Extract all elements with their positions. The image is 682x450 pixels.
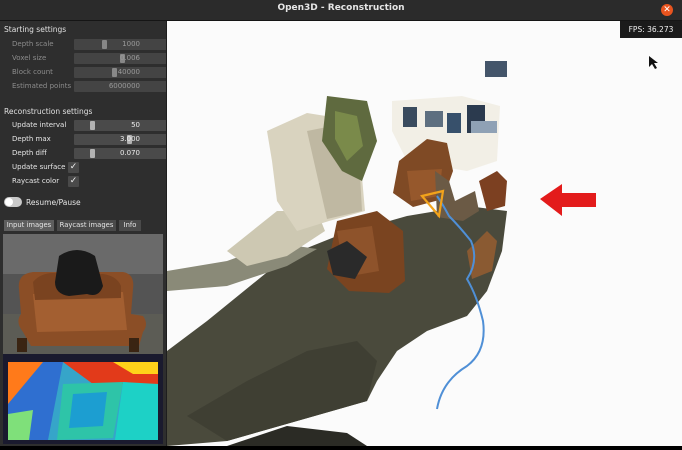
estimated-points-row: Estimated points 6000000	[12, 81, 166, 92]
resume-pause-label: Resume/Pause	[26, 198, 81, 207]
voxel-size-label: Voxel size	[12, 54, 47, 62]
depth-diff-slider[interactable]: 0.070	[74, 148, 166, 159]
update-interval-label: Update interval	[12, 121, 67, 129]
depth-scale-label: Depth scale	[12, 40, 54, 48]
depth-max-slider[interactable]: 3.000	[74, 134, 166, 145]
check-icon: ✓	[69, 162, 78, 172]
input-images-svg	[0, 234, 166, 444]
red-arrow-icon	[540, 184, 596, 216]
voxel-size-row: Voxel size 0.006	[12, 53, 166, 64]
title-bar: Open3D - Reconstruction ✕	[0, 0, 682, 21]
toggle-knob	[5, 198, 13, 206]
bottom-strip	[0, 446, 682, 450]
color-image	[0, 234, 166, 359]
block-count-label: Block count	[12, 68, 53, 76]
settings-panel: Starting settings Depth scale 1000 Voxel…	[0, 21, 166, 446]
estimated-points-slider[interactable]: 6000000	[74, 81, 166, 92]
slider-handle[interactable]	[101, 40, 107, 49]
image-tabs: Input images Raycast images Info	[4, 220, 164, 231]
tab-input-images[interactable]: Input images	[4, 220, 54, 231]
depth-max-label: Depth max	[12, 135, 51, 143]
fps-counter: FPS: 36.273	[620, 21, 682, 38]
tab-raycast-images[interactable]: Raycast images	[57, 220, 116, 231]
raycast-color-checkbox[interactable]: ✓	[68, 176, 79, 187]
voxel-size-slider[interactable]: 0.006	[74, 53, 166, 64]
resume-pause-toggle[interactable]	[4, 197, 22, 207]
estimated-points-value: 6000000	[108, 82, 140, 90]
update-interval-value: 50	[131, 121, 140, 129]
raycast-color-row: Raycast color ✓	[12, 176, 162, 187]
depth-max-value: 3.000	[119, 135, 140, 143]
estimated-points-label: Estimated points	[12, 82, 72, 90]
depth-scale-value: 1000	[122, 40, 140, 48]
3d-viewport[interactable]: FPS: 36.273	[167, 21, 682, 446]
window-title: Open3D - Reconstruction	[277, 3, 405, 13]
starting-settings-heading: Starting settings	[4, 25, 67, 34]
update-surface-label: Update surface	[12, 163, 66, 171]
block-count-value: 40000	[117, 68, 140, 76]
depth-image	[3, 354, 163, 444]
block-count-slider[interactable]: 40000	[74, 67, 166, 78]
update-surface-row: Update surface ✓	[12, 162, 162, 173]
update-surface-checkbox[interactable]: ✓	[68, 162, 79, 173]
voxel-size-value: 0.006	[119, 54, 140, 62]
depth-diff-value: 0.070	[119, 149, 140, 157]
tab-info[interactable]: Info	[119, 220, 141, 231]
reconstruction-settings-heading: Reconstruction settings	[4, 107, 93, 116]
update-interval-slider[interactable]: 50	[74, 120, 166, 131]
block-count-row: Block count 40000	[12, 67, 166, 78]
check-icon: ✓	[69, 176, 78, 186]
update-interval-row: Update interval 50	[12, 120, 166, 131]
slider-handle[interactable]	[89, 121, 95, 130]
depth-scale-row: Depth scale 1000	[12, 39, 166, 50]
mouse-cursor-icon	[649, 56, 658, 69]
depth-diff-row: Depth diff 0.070	[12, 148, 166, 159]
raycast-color-label: Raycast color	[12, 177, 60, 185]
slider-handle[interactable]	[89, 149, 95, 158]
close-icon: ✕	[663, 5, 671, 15]
point-cloud	[167, 61, 507, 446]
close-button[interactable]: ✕	[661, 4, 673, 16]
depth-diff-label: Depth diff	[12, 149, 47, 157]
depth-scale-slider[interactable]: 1000	[74, 39, 166, 50]
slider-handle[interactable]	[111, 68, 117, 77]
depth-max-row: Depth max 3.000	[12, 134, 166, 145]
reconstruction-svg	[167, 56, 658, 446]
input-images-frame	[0, 234, 166, 444]
